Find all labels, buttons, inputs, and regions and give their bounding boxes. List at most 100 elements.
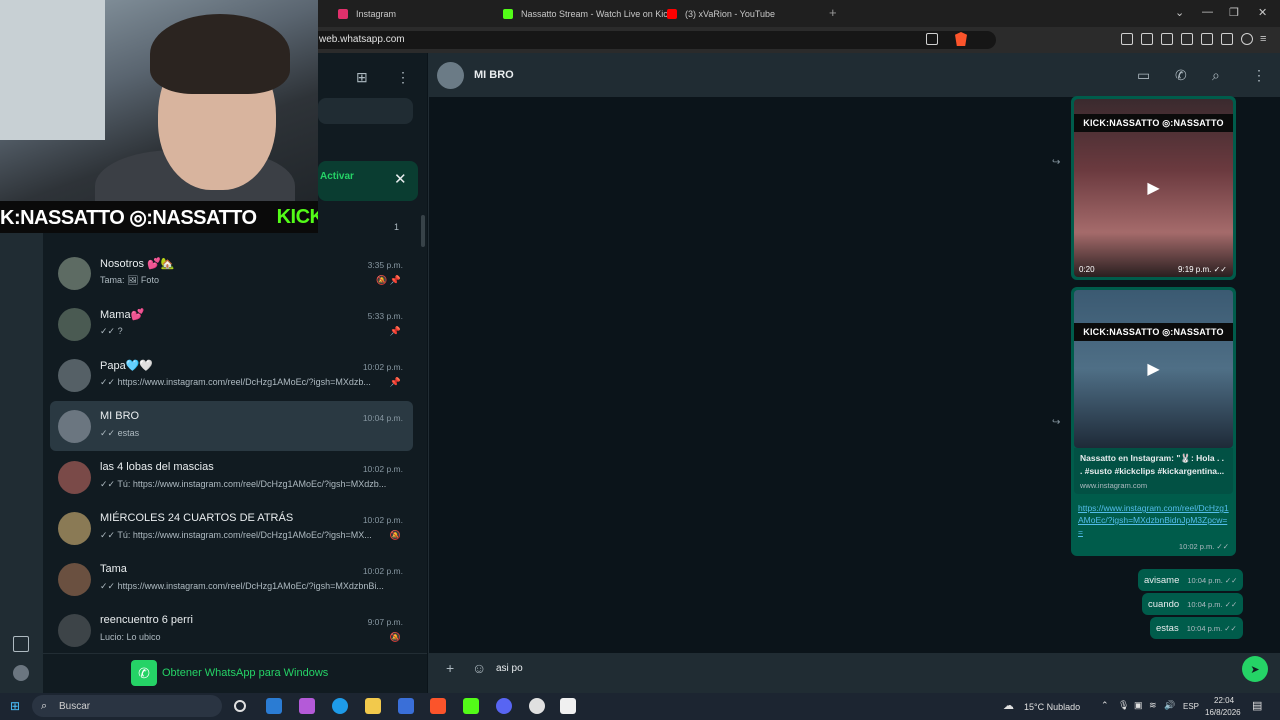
chat-name: Mama💕 bbox=[100, 309, 145, 321]
microphone-icon[interactable]: 🎙 bbox=[1118, 700, 1129, 711]
url-field[interactable] bbox=[306, 31, 996, 49]
kick-watermark: KICK:NASSATTO ◎:NASSATTO bbox=[1074, 114, 1233, 132]
search-icon[interactable]: ⌕ bbox=[1212, 67, 1220, 84]
attach-icon[interactable]: + bbox=[446, 660, 454, 676]
chat-list-item[interactable]: las 4 lobas del mascias 10:02 p.m. ✓✓ Tú… bbox=[50, 452, 413, 502]
wifi-icon[interactable]: ≋ bbox=[1149, 700, 1157, 711]
language-indicator[interactable]: ESP bbox=[1183, 702, 1199, 711]
weather-icon: ☁ bbox=[1003, 700, 1014, 712]
chat-list-item[interactable]: Tama 10:02 p.m. ✓✓ https://www.instagram… bbox=[50, 554, 413, 604]
screen-share-icon[interactable] bbox=[926, 33, 938, 45]
kick-logo: KICK bbox=[276, 205, 318, 228]
tab-youtube[interactable]: (3) xVaRion - YouTube bbox=[667, 0, 775, 27]
chat-list-item[interactable]: Nosotros 💕🏡 3:35 p.m. Tama: 🖼 Foto 🔕 📌 bbox=[50, 248, 413, 298]
activate-notifications-link[interactable]: Activar bbox=[320, 171, 354, 182]
pin-icon: 📌 bbox=[389, 326, 401, 336]
chat-time: 3:35 p.m. bbox=[367, 260, 403, 270]
message-input[interactable]: asi po bbox=[496, 663, 523, 674]
tray-app-icon[interactable]: ▣ bbox=[1134, 700, 1143, 711]
media-gallery-icon[interactable] bbox=[13, 636, 29, 652]
message-bubble[interactable]: cuando 10:04 p.m. ✓✓ bbox=[1142, 593, 1244, 615]
extensions-icon[interactable] bbox=[1121, 33, 1133, 45]
tray-chevron-icon[interactable]: ⌃ bbox=[1101, 700, 1109, 711]
kick-watermark: KICK:NASSATTO ◎:NASSATTO bbox=[1074, 323, 1233, 341]
brave-shields-icon[interactable] bbox=[955, 32, 967, 46]
forward-icon[interactable]: ↪ bbox=[1052, 417, 1060, 428]
maximize-button[interactable]: ❐ bbox=[1229, 6, 1239, 19]
video-call-icon[interactable]: ▭ bbox=[1137, 67, 1150, 84]
file-explorer-icon[interactable] bbox=[365, 698, 381, 714]
play-icon[interactable]: ▶ bbox=[1147, 178, 1159, 198]
chat-preview: ✓✓ ? bbox=[100, 326, 123, 336]
volume-icon[interactable]: 🔊 bbox=[1164, 700, 1175, 711]
emoji-icon[interactable]: ☺ bbox=[472, 660, 486, 676]
chat-list-item[interactable]: Mama💕 5:33 p.m. ✓✓ ? 📌 bbox=[50, 299, 413, 349]
clock-date[interactable]: 16/8/2026 bbox=[1205, 708, 1241, 717]
media-icon[interactable] bbox=[1161, 33, 1173, 45]
play-icon[interactable]: ▶ bbox=[1147, 359, 1159, 379]
edge-icon[interactable] bbox=[332, 698, 348, 714]
message-bubble[interactable]: estas 10:04 p.m. ✓✓ bbox=[1150, 617, 1243, 639]
link-url[interactable]: https://www.instagram.com/reel/DcHzg1AMo… bbox=[1074, 494, 1233, 540]
chat-list-item[interactable]: Papa🩵🤍 10:02 p.m. ✓✓ https://www.instagr… bbox=[50, 350, 413, 400]
notifications-icon[interactable]: ▤ bbox=[1252, 699, 1262, 712]
whatsapp-icon[interactable]: ✆ bbox=[131, 660, 157, 686]
profile-avatar[interactable] bbox=[13, 665, 29, 681]
conversation-header[interactable] bbox=[428, 53, 1280, 97]
search-input[interactable] bbox=[318, 98, 413, 124]
chat-menu-icon[interactable]: ⋮ bbox=[1252, 67, 1266, 84]
mute-pin-icon: 🔕 📌 bbox=[376, 275, 401, 285]
chat-list-item-selected[interactable]: MI BRO 10:04 p.m. ✓✓ estas bbox=[50, 401, 413, 451]
vpn-icon[interactable] bbox=[1241, 33, 1253, 45]
send-button[interactable]: ➤ bbox=[1242, 656, 1268, 682]
tab-instagram[interactable]: Instagram bbox=[338, 0, 396, 27]
voice-call-icon[interactable]: ✆ bbox=[1175, 67, 1187, 84]
menu-kebab-icon[interactable]: ⋮ bbox=[396, 69, 410, 86]
task-view-icon[interactable] bbox=[234, 700, 246, 712]
discord-icon[interactable] bbox=[496, 698, 512, 714]
bookmark-icon[interactable] bbox=[1141, 33, 1153, 45]
forward-icon[interactable]: ↪ bbox=[1052, 157, 1060, 168]
contact-name[interactable]: MI BRO bbox=[474, 69, 514, 81]
scrollbar[interactable] bbox=[421, 215, 425, 247]
copilot-icon[interactable] bbox=[299, 698, 315, 714]
get-windows-app-link[interactable]: Obtener WhatsApp para Windows bbox=[162, 667, 328, 679]
obs-icon[interactable] bbox=[529, 698, 545, 714]
link-preview[interactable]: Nassatto en Instagram: "🐰: Hola . . . #s… bbox=[1074, 448, 1233, 494]
capcut-icon[interactable] bbox=[560, 698, 576, 714]
contact-avatar[interactable] bbox=[437, 62, 464, 89]
video-message[interactable]: KICK:NASSATTO ◎:NASSATTO ▶ 0:20 9:19 p.m… bbox=[1071, 96, 1236, 280]
brave-taskbar-icon[interactable] bbox=[430, 698, 446, 714]
wallet-icon[interactable] bbox=[1201, 33, 1213, 45]
chat-name: Nosotros 💕🏡 bbox=[100, 258, 175, 270]
url-text[interactable]: web.whatsapp.com bbox=[319, 34, 405, 45]
chat-list-item[interactable]: reencuentro 6 perri 9:07 p.m. Lucio: Lo … bbox=[50, 605, 413, 655]
menu-icon[interactable]: ≡ bbox=[1260, 33, 1266, 45]
chat-list-item[interactable]: MIÉRCOLES 24 CUARTOS DE ATRÁS 10:02 p.m.… bbox=[50, 503, 413, 553]
chat-preview: Tama: 🖼 Foto bbox=[100, 275, 159, 285]
weather-text[interactable]: 15°C Nublado bbox=[1024, 702, 1080, 712]
tab-search-icon[interactable]: ⌄ bbox=[1175, 6, 1184, 19]
new-chat-icon[interactable]: ⊞ bbox=[356, 69, 368, 86]
chat-time: 10:02 p.m. bbox=[362, 515, 403, 525]
close-window-button[interactable]: ✕ bbox=[1258, 6, 1267, 19]
link-message[interactable]: KICK:NASSATTO ◎:NASSATTO ▶ Nassatto en I… bbox=[1071, 287, 1236, 556]
clock-time[interactable]: 22:04 bbox=[1214, 696, 1234, 705]
video-thumbnail[interactable]: KICK:NASSATTO ◎:NASSATTO ▶ 0:20 9:19 p.m… bbox=[1074, 99, 1233, 277]
chat-name: MI BRO bbox=[100, 410, 140, 422]
webcam-overlay: K:NASSATTO ◎:NASSATTO KICK bbox=[0, 0, 318, 233]
tab-kick[interactable]: Nassatto Stream - Watch Live on Kick bbox=[503, 0, 672, 27]
close-icon[interactable]: ✕ bbox=[394, 170, 407, 188]
store-icon[interactable] bbox=[398, 698, 414, 714]
kick-taskbar-icon[interactable] bbox=[463, 698, 479, 714]
link-thumbnail[interactable]: KICK:NASSATTO ◎:NASSATTO ▶ bbox=[1074, 290, 1233, 448]
minimize-button[interactable]: — bbox=[1202, 6, 1213, 18]
new-tab-button[interactable]: + bbox=[829, 5, 837, 20]
message-bubble[interactable]: avisame 10:04 p.m. ✓✓ bbox=[1138, 569, 1244, 591]
kick-icon bbox=[503, 8, 513, 19]
app-icon[interactable] bbox=[266, 698, 282, 714]
sidebar-icon[interactable] bbox=[1181, 33, 1193, 45]
chat-preview: ✓✓ https://www.instagram.com/reel/DcHzg1… bbox=[100, 581, 384, 591]
leo-icon[interactable] bbox=[1221, 33, 1233, 45]
start-icon[interactable]: ⊞ bbox=[10, 699, 20, 713]
